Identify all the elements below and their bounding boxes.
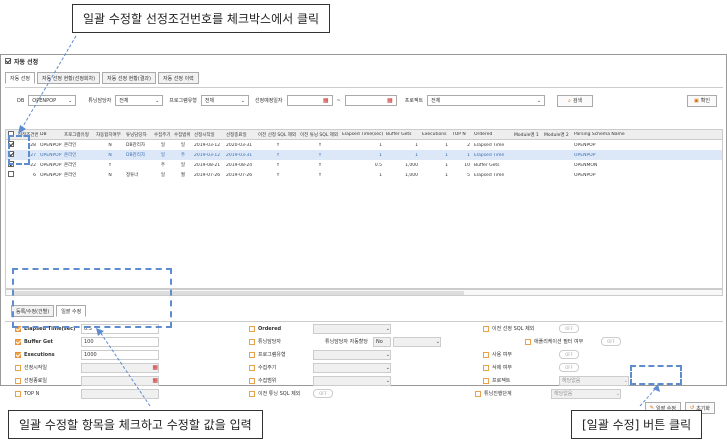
bottom-right-callout: [일괄 수정] 버튼 클릭	[571, 410, 703, 439]
bottom-left-callout: 일괄 수정할 항목을 체크하고 수정할 값을 입력	[8, 410, 263, 439]
callout-arrows	[18, 35, 660, 407]
